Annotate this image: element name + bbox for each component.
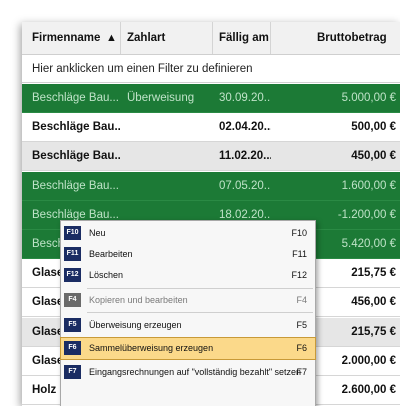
menu-item-shortcut: F4 [296, 295, 307, 305]
cell-due-date: 11.02.20... [219, 150, 271, 163]
function-key-icon: F10 [64, 226, 81, 240]
table-row[interactable]: Beschläge Bau... Überweisung 30.09.20... 5.… [22, 84, 400, 113]
menu-item-label: Eingangsrechnungen auf "vollständig beza… [89, 367, 302, 377]
menu-item-label: Sammelüberweisung erzeugen [89, 343, 214, 353]
cell-gross-amount: 450,00 € [351, 150, 396, 163]
invoice-grid-window: Firmenname ▲ Zahlart Fällig am Bruttobet… [22, 22, 400, 406]
menu-item-shortcut: F5 [296, 320, 307, 330]
menu-item-shortcut: F11 [292, 249, 307, 259]
cell-gross-amount: 5.000,00 € [341, 92, 396, 104]
menu-item-überweisung-erzeugen[interactable]: F5 Überweisung erzeugen F5 [61, 315, 315, 336]
cell-due-date: 07.05.20... [219, 179, 271, 192]
function-key-icon: F4 [64, 293, 81, 307]
menu-item-sammelüberweisung-erzeugen[interactable]: F6 Sammelüberweisung erzeugen F6 [60, 337, 316, 360]
menu-item-löschen[interactable]: F12 Löschen F12 [61, 265, 315, 286]
table-row[interactable]: Beschläge Bau... 11.02.20... 450,00 € [22, 142, 400, 172]
cell-gross-amount: 1.600,00 € [341, 179, 396, 192]
sort-ascending-icon[interactable]: ▲ [106, 22, 117, 54]
column-header-payment[interactable]: Zahlart [121, 22, 213, 54]
table-row[interactable]: Beschläge Bau... 07.05.20... 1.600,00 € [22, 171, 400, 201]
menu-item-shortcut: F7 [296, 367, 307, 377]
menu-separator [87, 312, 313, 313]
cell-company: Beschläge Bau... [32, 179, 119, 192]
cell-company: Beschläge Bau... [32, 121, 120, 134]
cell-due-date: 02.04.20... [219, 121, 271, 134]
menu-item-label: Kopieren und bearbeiten [89, 295, 188, 305]
menu-item-eingangsrechnungen-auf-vollständig-bezahlt-setzen[interactable]: F7 Eingangsrechnungen auf "vollständig be… [61, 362, 315, 383]
menu-separator [87, 288, 313, 289]
function-key-icon: F5 [64, 318, 81, 332]
filter-row[interactable]: Hier anklicken um einen Filter zu defini… [22, 55, 400, 83]
cell-due-date: 30.09.20... [219, 92, 271, 104]
cell-company: Beschläge Bau... [32, 150, 120, 163]
menu-item-label: Überweisung erzeugen [89, 320, 182, 330]
menu-item-label: Löschen [89, 270, 124, 280]
menu-item-label: Neu [89, 228, 106, 238]
function-key-icon: F11 [64, 247, 81, 261]
menu-item-shortcut: F10 [291, 228, 307, 238]
column-header-gross-amount[interactable]: Bruttobetrag [271, 22, 400, 54]
menu-item-label: Bearbeiten [89, 249, 133, 259]
table-row[interactable]: Beschläge Bau... 02.04.20... 500,00 € [22, 113, 400, 143]
function-key-icon: F7 [64, 365, 81, 379]
menu-item-shortcut: F12 [291, 270, 307, 280]
column-header-due-date[interactable]: Fällig am [213, 22, 271, 54]
grid-header: Firmenname ▲ Zahlart Fällig am Bruttobet… [22, 22, 400, 55]
context-menu: F10 Neu F10 F11 Bearbeiten F11 F12 Löschen F12 F4… [60, 220, 316, 406]
cell-gross-amount: 500,00 € [351, 121, 396, 134]
cell-payment: Überweisung [127, 92, 195, 104]
menu-item-bearbeiten[interactable]: F11 Bearbeiten F11 [61, 244, 315, 265]
cell-company: Beschläge Bau... [32, 92, 119, 104]
function-key-icon: F12 [64, 268, 81, 282]
menu-item-kopieren-und-bearbeiten: F4 Kopieren und bearbeiten F4 [61, 290, 315, 311]
menu-item-neu[interactable]: F10 Neu F10 [61, 223, 315, 244]
menu-item-shortcut: F6 [296, 343, 307, 353]
function-key-icon: F6 [64, 341, 81, 355]
